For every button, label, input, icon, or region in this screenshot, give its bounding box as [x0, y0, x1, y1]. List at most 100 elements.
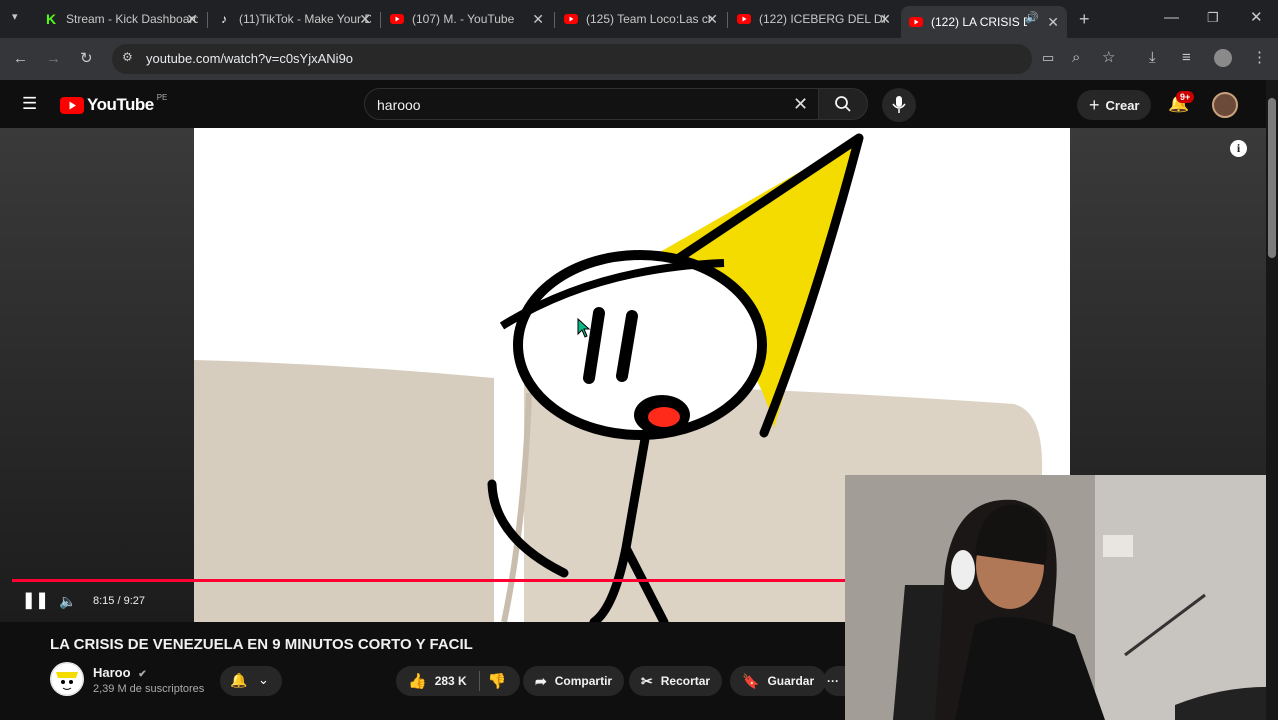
tab-separator — [207, 12, 208, 28]
close-tab-icon[interactable]: ✕ — [359, 11, 371, 28]
channel-avatar-image — [50, 662, 84, 696]
tab-title: (107) M. - YouTube — [412, 12, 515, 26]
tab-title: (11)TikTok - Make Your Day — [239, 12, 371, 26]
hamburger-menu-icon[interactable]: ☰ — [22, 95, 37, 112]
bookmark-icon: 🔖 — [742, 672, 760, 689]
audio-playing-icon[interactable]: 🔊 — [1025, 13, 1039, 24]
channel-name-text: Haroo — [93, 665, 131, 680]
browser-tab-strip: ▾ K Stream - Kick Dashboard ✕ ♪ (11)TikT… — [0, 0, 1278, 38]
mouse-cursor-icon — [577, 318, 591, 338]
bell-icon: 🔔 — [230, 672, 248, 688]
youtube-icon — [909, 15, 923, 29]
close-tab-icon[interactable]: ✕ — [1047, 14, 1059, 31]
tiktok-icon: ♪ — [221, 12, 227, 26]
cast-icon[interactable]: ▭ — [1042, 51, 1054, 64]
youtube-masthead: ☰ YouTube PE ✕ + Crear 🔔 9+ — [0, 80, 1278, 128]
plus-icon: + — [1089, 94, 1100, 115]
verified-icon: ✔ — [138, 669, 147, 680]
new-tab-icon[interactable]: + — [1079, 10, 1090, 28]
subscribed-notifications-button[interactable]: 🔔 ⌄ — [220, 666, 282, 696]
restore-icon[interactable]: ❐ — [1207, 11, 1219, 24]
tab-title: (125) Team Loco:Las cr — [586, 12, 712, 26]
share-button[interactable]: ➦ Compartir — [523, 666, 625, 696]
forward-icon[interactable]: → — [46, 51, 61, 66]
profile-icon[interactable] — [1214, 49, 1232, 67]
tab-la-crisis[interactable]: (122) LA CRISIS D 🔊 ✕ — [901, 6, 1067, 38]
tab-separator — [727, 12, 728, 28]
bookmark-star-icon[interactable]: ☆ — [1102, 50, 1115, 65]
search-input[interactable] — [377, 95, 777, 115]
account-avatar[interactable] — [1212, 92, 1238, 118]
close-tab-icon[interactable]: ✕ — [186, 11, 198, 28]
region-code: PE — [156, 92, 168, 102]
tab-kick[interactable]: K Stream - Kick Dashboard ✕ — [36, 6, 206, 32]
thumbs-up-icon: 👍 — [408, 673, 427, 690]
tab-title: Stream - Kick Dashboard — [66, 12, 198, 26]
clip-button[interactable]: ✂ Recortar — [629, 666, 723, 696]
logo-text: YouTube — [87, 95, 154, 114]
tab-youtube-m[interactable]: (107) M. - YouTube ✕ — [382, 6, 552, 32]
tab-iceberg[interactable]: (122) ICEBERG DEL DI ✕ — [729, 6, 899, 32]
subscriber-count: 2,39 M de suscriptores — [93, 683, 205, 695]
tab-tiktok[interactable]: ♪ (11)TikTok - Make Your Day ✕ — [209, 6, 379, 32]
clear-search-icon[interactable]: ✕ — [793, 95, 808, 113]
tab-search-icon[interactable]: ▾ — [12, 12, 18, 23]
create-label: Crear — [1105, 97, 1140, 113]
download-icon[interactable]: ⤓ — [1149, 50, 1156, 65]
save-button[interactable]: 🔖 Guardar — [730, 666, 827, 696]
like-count: 283 K — [434, 674, 467, 688]
video-title: LA CRISIS DE VENEZUELA EN 9 MINUTOS CORT… — [50, 636, 473, 653]
tab-title: (122) LA CRISIS D — [931, 15, 1027, 29]
close-tab-icon[interactable]: ✕ — [532, 11, 544, 28]
save-label: Guardar — [767, 674, 815, 688]
youtube-play-logo-icon — [60, 96, 84, 114]
like-dislike-divider — [478, 671, 480, 691]
like-button[interactable]: 👍 283 K 👎 — [396, 666, 520, 696]
webcam-feed-image — [845, 475, 1278, 720]
info-icon[interactable]: i — [1230, 140, 1247, 157]
site-info-icon[interactable]: ⚙ — [122, 51, 133, 63]
tab-separator — [380, 12, 381, 28]
webcam-overlay — [845, 475, 1278, 720]
chevron-down-icon: ⌄ — [258, 672, 269, 687]
thumbs-down-icon[interactable]: 👎 — [488, 672, 507, 690]
pause-icon[interactable]: ❚❚ — [22, 593, 49, 609]
youtube-page: ☰ YouTube PE ✕ + Crear 🔔 9+ — [0, 80, 1278, 720]
tab-title: (122) ICEBERG DEL DI — [759, 12, 886, 26]
search-button[interactable] — [818, 88, 868, 120]
scrollbar-thumb[interactable] — [1268, 98, 1276, 258]
voice-search-button[interactable] — [882, 88, 916, 122]
more-icon: ··· — [827, 674, 839, 688]
youtube-icon — [737, 12, 751, 26]
youtube-icon — [390, 12, 404, 26]
zoom-icon[interactable]: ⌕ — [1072, 50, 1080, 65]
minimize-icon[interactable]: — — [1164, 10, 1179, 25]
share-label: Compartir — [554, 674, 613, 688]
share-icon: ➦ — [535, 672, 547, 689]
notification-count-badge: 9+ — [1176, 91, 1195, 103]
youtube-logo[interactable]: YouTube PE — [60, 92, 168, 115]
url-text: youtube.com/watch?v=c0sYjxANi9o — [146, 51, 354, 66]
address-bar[interactable]: ⚙ youtube.com/watch?v=c0sYjxANi9o — [112, 44, 1032, 74]
create-button[interactable]: + Crear — [1077, 90, 1152, 120]
more-actions-button[interactable]: ··· — [823, 666, 845, 696]
browser-menu-icon[interactable]: ⋮ — [1252, 50, 1267, 65]
window-close-icon[interactable]: ✕ — [1250, 10, 1263, 25]
back-icon[interactable]: ← — [13, 51, 28, 66]
reload-icon[interactable]: ↻ — [80, 51, 93, 66]
volume-icon[interactable]: 🔈 — [59, 594, 76, 608]
playback-time: 8:15 / 9:27 — [93, 595, 145, 607]
scissors-icon: ✂ — [641, 672, 653, 689]
close-tab-icon[interactable]: ✕ — [879, 11, 891, 28]
close-tab-icon[interactable]: ✕ — [706, 11, 718, 28]
microphone-icon — [892, 96, 906, 113]
clip-label: Recortar — [660, 674, 711, 688]
youtube-icon — [564, 12, 578, 26]
media-control-icon[interactable]: ≡ — [1182, 50, 1191, 65]
channel-name[interactable]: Haroo ✔ — [93, 665, 147, 680]
tab-team-loco[interactable]: (125) Team Loco:Las cr ✕ — [556, 6, 726, 32]
kick-icon: K — [45, 11, 57, 27]
browser-toolbar: ← → ↻ ⚙ youtube.com/watch?v=c0sYjxANi9o … — [0, 38, 1278, 80]
tab-separator — [554, 12, 555, 28]
channel-avatar[interactable] — [50, 662, 84, 696]
